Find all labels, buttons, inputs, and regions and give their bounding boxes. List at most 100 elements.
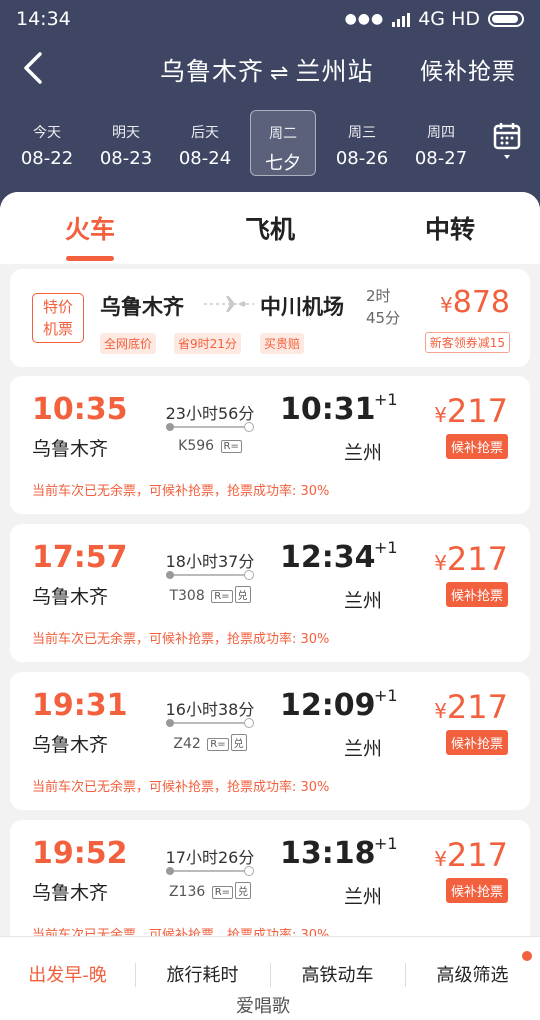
price-value: 217 — [446, 540, 508, 578]
route-to: 兰州站 — [295, 57, 374, 86]
date-value: 08-23 — [99, 148, 153, 169]
network-label: 4G HD — [418, 8, 480, 30]
signal-icon — [392, 11, 411, 27]
ticket-price: ¥217 — [434, 836, 508, 874]
train-card[interactable]: 19:31 乌鲁木齐 16小时38分 Z42 R= 兑 12:09 +1 兰州 ¥… — [10, 672, 530, 810]
flight-to: 中川机场 — [260, 295, 344, 319]
currency-symbol: ¥ — [434, 699, 447, 723]
departure-time: 10:35 — [32, 392, 128, 427]
transport-tabs: 火车 飞机 中转 — [0, 192, 540, 264]
exchange-icon: 兑 — [230, 734, 247, 751]
train-code: Z136 R= 兑 — [158, 882, 262, 900]
currency-symbol: ¥ — [434, 403, 447, 427]
train-code: Z42 R= 兑 — [158, 734, 262, 752]
badge-line: 机票 — [42, 320, 73, 338]
currency-symbol: ¥ — [434, 551, 447, 575]
id-card-icon: R= — [220, 440, 242, 453]
route-title: 乌鲁木齐 ⇌ 兰州站 — [160, 52, 373, 88]
date-weekday: 后天 — [191, 125, 219, 141]
tab-transfer[interactable]: 中转 — [390, 210, 510, 246]
filter-highspeed-button[interactable]: 高铁动车 — [270, 961, 405, 987]
travel-duration: 16小时38分 — [165, 700, 255, 719]
arrival-time: 10:31 — [280, 392, 376, 427]
departure-station: 乌鲁木齐 — [32, 586, 109, 608]
date-weekday: 明天 — [112, 125, 140, 141]
status-right: ●●● 4G HD — [345, 8, 524, 30]
duration-hours: 2时 — [366, 287, 391, 305]
arrival-station: 兰州 — [344, 738, 383, 760]
train-card[interactable]: 10:35 乌鲁木齐 23小时56分 K596 R= 10:31 +1 兰州 ¥… — [10, 376, 530, 514]
special-flight-badge: 特价 机票 — [32, 293, 84, 343]
currency-symbol: ¥ — [440, 293, 453, 317]
train-card[interactable]: 17:57 乌鲁木齐 18小时37分 T308 R= 兑 12:34 +1 兰州 … — [10, 524, 530, 662]
date-value: 七夕 — [265, 153, 301, 174]
date-item-selected[interactable]: 周二 七夕 — [250, 110, 316, 176]
waitlist-button[interactable]: 候补抢票 — [420, 52, 516, 86]
arrival-time: 12:09 — [280, 688, 376, 723]
arrival-time: 12:34 — [280, 540, 376, 575]
new-user-coupon: 新客领券减15 — [424, 332, 510, 353]
train-code: K596 R= — [158, 438, 262, 454]
date-weekday: 周三 — [348, 125, 376, 141]
flight-from: 乌鲁木齐 — [100, 295, 184, 319]
departure-time: 19:31 — [32, 688, 128, 723]
exchange-icon: 兑 — [234, 586, 251, 603]
route-from: 乌鲁木齐 — [160, 57, 265, 86]
travel-duration: 23小时56分 — [165, 404, 255, 423]
flight-promo-card[interactable]: 特价 机票 乌鲁木齐 中川机场 2时 45分 ¥878 全网底价 省9时21分 … — [10, 269, 530, 367]
calendar-icon[interactable] — [493, 122, 521, 162]
train-number: Z136 — [168, 884, 206, 900]
waitlist-ticket-button[interactable]: 候补抢票 — [445, 878, 508, 903]
route-line — [166, 570, 254, 580]
arrival-station: 兰州 — [344, 442, 383, 464]
ticket-price: ¥217 — [434, 688, 508, 726]
route-line — [166, 866, 254, 876]
waitlist-ticket-button[interactable]: 候补抢票 — [445, 434, 508, 459]
date-item[interactable]: 周三 08-26 — [329, 110, 395, 176]
nav-bar: 乌鲁木齐 ⇌ 兰州站 候补抢票 — [0, 40, 540, 96]
next-day-marker: +1 — [374, 538, 398, 557]
date-item[interactable]: 明天 08-23 — [93, 110, 159, 176]
date-selector: 今天 08-22 明天 08-23 后天 08-24 周二 七夕 周三 08-2… — [0, 110, 540, 180]
notification-dot — [522, 951, 532, 961]
plane-icon — [204, 296, 254, 312]
departure-time: 19:52 — [32, 836, 128, 871]
currency-symbol: ¥ — [434, 847, 447, 871]
departure-station: 乌鲁木齐 — [32, 438, 109, 460]
route-line — [166, 718, 254, 728]
ticket-price: ¥217 — [434, 392, 508, 430]
status-time: 14:34 — [16, 8, 71, 30]
route-line — [166, 422, 254, 432]
travel-duration: 18小时37分 — [165, 552, 255, 571]
waitlist-ticket-button[interactable]: 候补抢票 — [445, 582, 508, 607]
travel-duration: 17小时26分 — [165, 848, 255, 867]
date-value: 08-22 — [20, 148, 74, 169]
flight-price: ¥878 — [440, 285, 510, 320]
duration-minutes: 45分 — [366, 309, 401, 327]
date-item[interactable]: 后天 08-24 — [172, 110, 238, 176]
badge-line: 特价 — [42, 298, 73, 316]
next-day-marker: +1 — [374, 834, 398, 853]
tab-underline — [66, 256, 114, 261]
date-item[interactable]: 今天 08-22 — [14, 110, 80, 176]
flight-tag: 买贵赔 — [260, 333, 305, 354]
swap-icon[interactable]: ⇌ — [270, 61, 289, 86]
exchange-icon: 兑 — [235, 882, 252, 899]
tab-train[interactable]: 火车 — [30, 210, 150, 246]
train-number: K596 — [178, 438, 215, 454]
next-day-marker: +1 — [374, 686, 398, 705]
date-weekday: 周四 — [427, 125, 455, 141]
date-item[interactable]: 周四 08-27 — [408, 110, 474, 176]
sort-departure-button[interactable]: 出发早-晚 — [0, 961, 135, 987]
id-card-icon: R= — [211, 886, 234, 899]
tab-flight[interactable]: 飞机 — [210, 210, 330, 246]
flight-tag: 省9时21分 — [174, 333, 241, 354]
back-icon[interactable] — [20, 50, 48, 86]
advanced-filter-button[interactable]: 高级筛选 — [405, 961, 540, 987]
price-value: 878 — [452, 285, 510, 320]
date-value: 08-24 — [178, 148, 232, 169]
flight-duration: 2时 45分 — [366, 285, 406, 329]
availability-note: 当前车次已无余票，可候补抢票，抢票成功率: 30% — [32, 484, 330, 499]
sort-duration-button[interactable]: 旅行耗时 — [135, 961, 270, 987]
waitlist-ticket-button[interactable]: 候补抢票 — [445, 730, 508, 755]
